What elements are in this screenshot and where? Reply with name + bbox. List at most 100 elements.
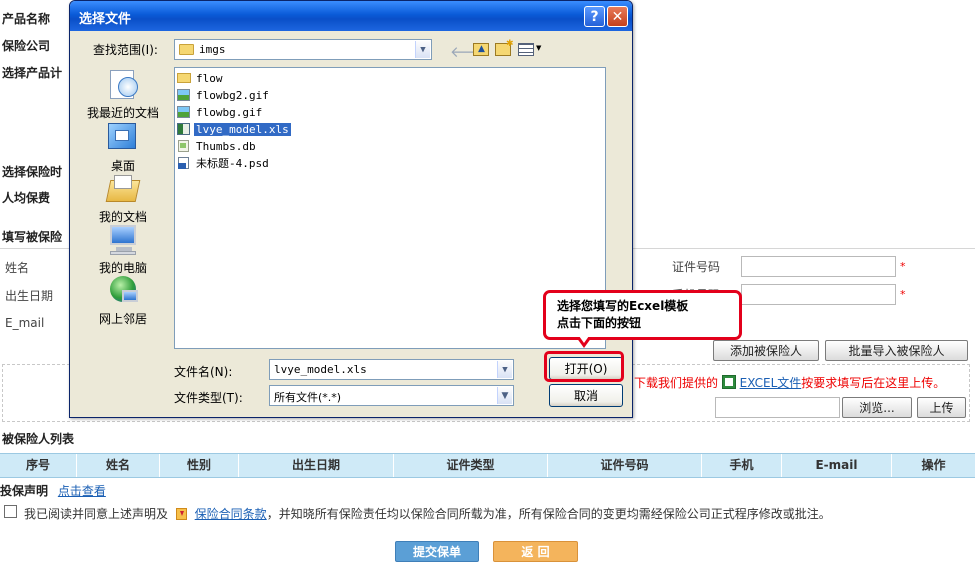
folder-icon [177,71,191,85]
upload-hint: 下载我们提供的 EXCEL文件按要求填写后在这里上传。 [634,374,945,391]
place-label: 网上邻居 [98,312,147,326]
chevron-down-icon[interactable]: ▼ [415,41,430,58]
file-item-selected[interactable]: lvye_model.xls [177,121,291,137]
place-label: 我最近的文档 [86,106,159,120]
place-desktop[interactable]: 桌面 [80,121,166,174]
fill-insured-label: 填写被保险 [2,230,63,244]
back-button[interactable]: 返 回 [493,541,578,562]
file-name: flowbg.gif [196,105,263,119]
dialog-titlebar[interactable]: 选择文件 ? ✕ [70,1,632,31]
th-actions: 操作 [921,458,946,472]
file-item[interactable]: 未标题-4.psd [177,155,271,171]
place-my-computer[interactable]: 我的电脑 [80,223,166,276]
gif-image-icon [177,105,191,119]
th-id-number: 证件号码 [548,454,702,477]
place-label: 我的电脑 [98,261,147,275]
look-in-combo[interactable]: imgs ▼ [174,39,432,60]
view-menu-icon[interactable] [518,43,534,56]
download-icon [175,508,187,520]
places-bar: 我最近的文档 桌面 我的文档 我的电脑 网上邻居 [80,66,166,349]
callout-line-2: 点击下面的按钮 [557,316,642,330]
dialog-title: 选择文件 [79,12,132,27]
th-id-type: 证件类型 [394,454,548,477]
file-name: Thumbs.db [196,139,256,153]
agree-prefix: 我已阅读并同意上述声明及 [24,507,169,521]
filename-input[interactable]: lvye_model.xls ▼ [269,359,514,380]
callout-line-1: 选择您填写的Ecxel模板 [557,299,689,313]
required-mark: * [900,288,906,301]
id-number-label: 证件号码 [672,260,721,274]
phone-input[interactable] [741,284,896,305]
psd-file-icon [177,156,191,170]
instruction-callout: 选择您填写的Ecxel模板 点击下面的按钮 [543,290,742,340]
required-mark: * [900,260,906,273]
new-folder-icon[interactable]: ✱ [495,39,514,56]
chevron-down-icon[interactable]: ▼ [497,387,512,404]
th-email: E-mail [782,454,892,477]
insured-table-header: 序号 姓名 性别 出生日期 证件类型 证件号码 手机 E-mail 操作 [0,453,975,478]
file-item[interactable]: flowbg2.gif [177,87,271,103]
excel-template-link[interactable]: EXCEL文件 [740,376,802,390]
desktop-icon [106,121,140,155]
folder-icon [179,44,194,55]
batch-import-button[interactable]: 批量导入被保险人 [825,340,968,361]
place-my-documents[interactable]: 我的文档 [80,172,166,225]
select-plan-label: 选择产品计 [2,66,63,80]
upload-file-input[interactable] [715,397,840,418]
look-in-label: 查找范围(I): [93,43,158,57]
select-time-label: 选择保险时 [2,165,63,179]
network-places-icon [106,274,140,308]
th-phone: 手机 [702,454,782,477]
file-item[interactable]: flowbg.gif [177,104,264,120]
birth-date-label: 出生日期 [5,289,54,303]
filetype-value: 所有文件(*.*) [274,391,342,404]
help-icon[interactable]: ? [584,6,605,27]
look-in-value: imgs [199,43,226,56]
chevron-down-icon[interactable]: ▼ [536,44,541,52]
browse-button[interactable]: 浏览... [842,397,912,418]
th-gender: 性别 [160,454,239,477]
place-label: 桌面 [110,159,135,173]
my-documents-icon [105,172,141,206]
chevron-down-icon[interactable]: ▼ [497,361,512,378]
filetype-label: 文件类型(T): [174,391,243,405]
agree-suffix: ，并知晓所有保险责任均以保险合同所载为准，所有保险合同的变更均需经保险公司正式程… [266,507,831,521]
file-item[interactable]: Thumbs.db [177,138,258,154]
email-label: E_mail [5,316,45,330]
close-icon[interactable]: ✕ [607,6,628,27]
per-capita-premium-label: 人均保费 [2,191,51,205]
excel-file-icon [177,122,191,136]
upload-hint-suffix: 按要求填写后在这里上传。 [801,376,946,390]
file-list[interactable]: flow flowbg2.gif flowbg.gif lvye_model.x… [174,67,606,349]
file-name: lvye_model.xls [194,122,291,136]
gif-image-icon [177,88,191,102]
db-file-icon [177,139,191,153]
th-index: 序号 [0,454,77,477]
add-insured-button[interactable]: 添加被保险人 [713,340,819,361]
place-network[interactable]: 网上邻居 [80,274,166,327]
submit-policy-button[interactable]: 提交保单 [395,541,479,562]
excel-icon [721,375,736,389]
agree-text-row: 我已阅读并同意上述声明及 保险合同条款，并知晓所有保险责任均以保险合同所载为准，… [24,505,831,522]
upload-button[interactable]: 上传 [917,397,966,418]
cancel-button[interactable]: 取消 [549,384,623,407]
contract-terms-link[interactable]: 保险合同条款 [195,507,267,521]
place-recent-documents[interactable]: 我最近的文档 [80,68,166,121]
filename-value: lvye_model.xls [274,363,367,376]
id-number-input[interactable] [741,256,896,277]
place-label: 我的文档 [98,210,147,224]
declaration-title: 投保声明 [0,484,49,498]
product-name-label: 产品名称 [2,12,51,26]
th-name: 姓名 [77,454,160,477]
up-folder-icon[interactable]: ▲ [473,43,489,56]
agree-checkbox[interactable] [4,505,17,518]
file-item[interactable]: flow [177,70,225,86]
filetype-select[interactable]: 所有文件(*.*) ▼ [269,385,514,406]
recent-documents-icon [106,68,140,102]
file-name: flow [196,71,223,85]
insured-list-title: 被保险人列表 [2,432,75,446]
callout-pointer-inner [579,336,589,343]
declaration-view-link[interactable]: 点击查看 [58,484,106,498]
upload-hint-prefix: 下载我们提供的 [634,376,719,390]
file-name: flowbg2.gif [196,88,269,102]
